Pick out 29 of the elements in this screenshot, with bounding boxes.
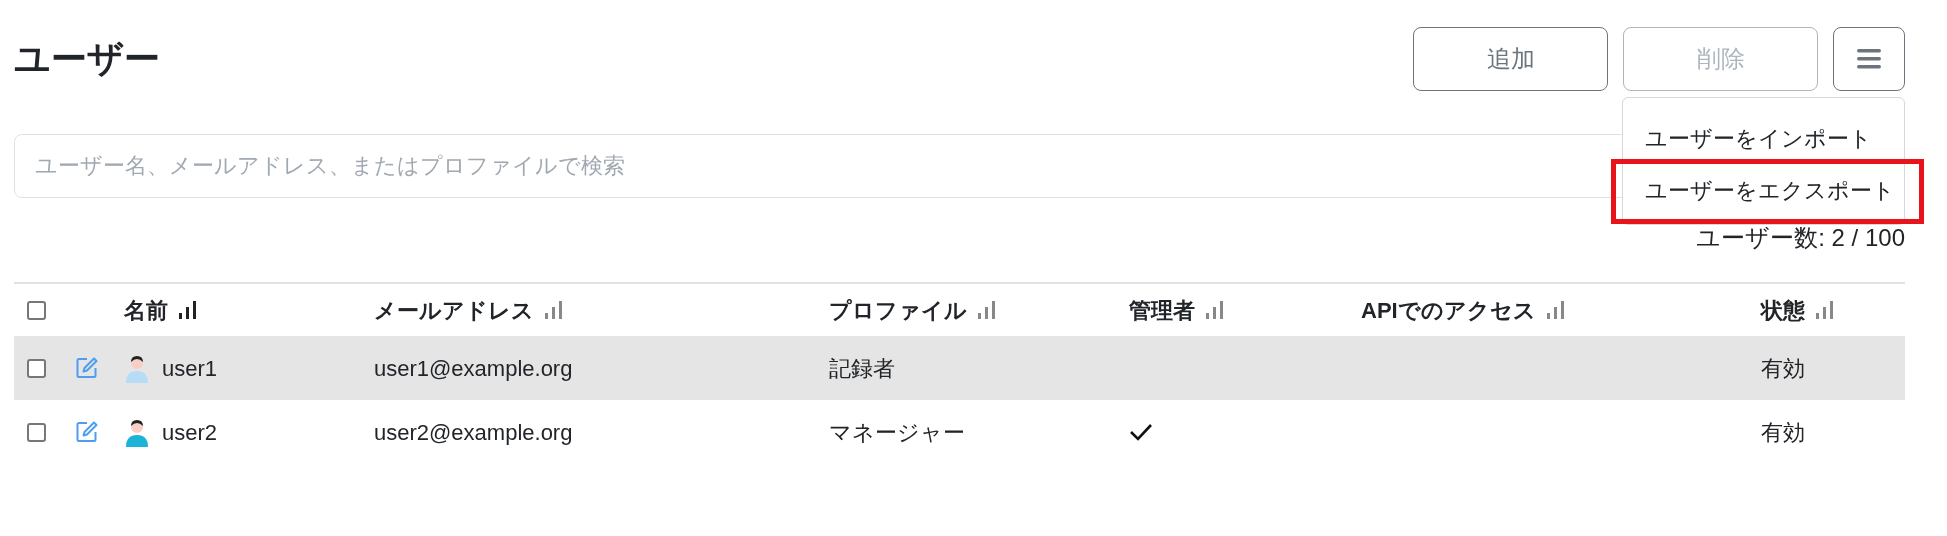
column-header: プロファイル bbox=[829, 296, 967, 325]
check-icon bbox=[1129, 422, 1153, 442]
row-checkbox[interactable] bbox=[27, 300, 46, 320]
column-header: メールアドレス bbox=[374, 296, 534, 325]
menu-button[interactable] bbox=[1833, 27, 1905, 91]
profile-cell: マネージャー bbox=[829, 419, 965, 445]
user-name: user1 bbox=[162, 354, 218, 383]
profile-cell: 記録者 bbox=[829, 355, 895, 381]
edit-icon[interactable] bbox=[75, 420, 99, 444]
column-header: 状態 bbox=[1761, 296, 1805, 325]
email-cell: user2@example.org bbox=[374, 419, 573, 445]
menu-icon bbox=[1856, 48, 1882, 70]
toolbar-button[interactable]: 追加 bbox=[1413, 27, 1608, 91]
column-header: 管理者 bbox=[1129, 296, 1195, 325]
status-cell: 有効 bbox=[1761, 419, 1805, 445]
column-header: APIでのアクセス bbox=[1361, 296, 1536, 325]
user-name: user2 bbox=[162, 418, 218, 447]
table-row[interactable]: user1 user1@example.org 記録者 有効 bbox=[14, 336, 1905, 400]
edit-icon[interactable] bbox=[75, 356, 99, 380]
status-cell: 有効 bbox=[1761, 355, 1805, 381]
row-checkbox[interactable] bbox=[27, 358, 46, 378]
email-cell: user1@example.org bbox=[374, 355, 573, 381]
column-header: 名前 bbox=[124, 296, 168, 325]
user-count: ユーザー数: 2 / 100 bbox=[1696, 223, 1905, 253]
sort-icon[interactable] bbox=[176, 299, 198, 321]
user-avatar-icon bbox=[124, 353, 150, 383]
user-avatar-icon bbox=[124, 417, 150, 447]
row-checkbox[interactable] bbox=[27, 422, 46, 442]
page-title: ユーザー bbox=[14, 41, 160, 77]
